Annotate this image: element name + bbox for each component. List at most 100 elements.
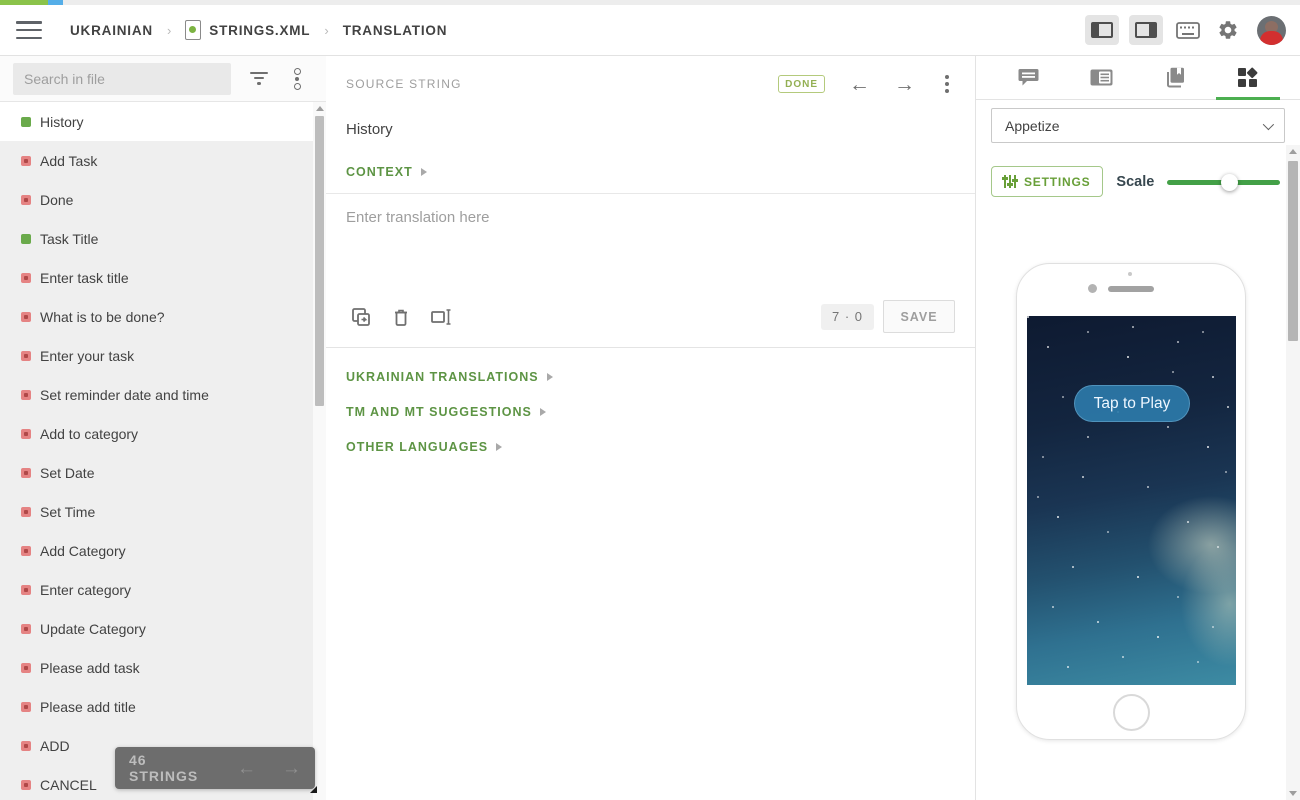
string-list-item[interactable]: Add Task [0, 141, 313, 180]
gear-icon [1217, 19, 1239, 41]
translation-status-icon [21, 195, 31, 205]
previous-string-button[interactable]: ← [849, 74, 870, 95]
translation-status-icon [21, 702, 31, 712]
breadcrumb-language[interactable]: UKRAINIAN [70, 23, 153, 38]
string-list-item[interactable]: Set reminder date and time [0, 375, 313, 414]
tab-dictionaries[interactable] [1138, 56, 1211, 99]
ukrainian-translations-expander[interactable]: UKRAINIAN TRANSLATIONS [346, 370, 955, 384]
string-list-item[interactable]: Set Date [0, 453, 313, 492]
string-list-item[interactable]: Enter your task [0, 336, 313, 375]
strings-count-label: 46 STRINGS [129, 752, 211, 784]
prev-page-arrow-icon[interactable]: ← [237, 759, 256, 778]
translation-status-icon [21, 390, 31, 400]
section-label: OTHER LANGUAGES [346, 440, 488, 454]
scrollbar-thumb[interactable] [1288, 161, 1298, 341]
string-list-item[interactable]: Please add title [0, 687, 313, 726]
chevron-down-icon [1263, 118, 1274, 129]
preview-service-select[interactable]: Appetize [991, 108, 1285, 143]
string-list-item[interactable]: Add to category [0, 414, 313, 453]
sidebar-options-button[interactable] [285, 64, 309, 94]
tab-glossary[interactable] [1065, 56, 1138, 99]
translation-status-icon [21, 507, 31, 517]
starfield-background [1027, 316, 1029, 318]
string-list-item[interactable]: Done [0, 180, 313, 219]
scroll-down-icon[interactable] [1289, 791, 1297, 796]
string-list-item[interactable]: Set Time [0, 492, 313, 531]
other-languages-expander[interactable]: OTHER LANGUAGES [346, 440, 955, 454]
comment-icon [1018, 68, 1039, 87]
status-badge: DONE [778, 75, 825, 93]
string-text: What is to be done? [40, 309, 165, 325]
editor-settings-button[interactable] [1213, 15, 1243, 45]
string-text: Update Category [40, 621, 146, 637]
string-text: Task Title [40, 231, 98, 247]
tm-mt-suggestions-expander[interactable]: TM AND MT SUGGESTIONS [346, 405, 955, 419]
string-list-item[interactable]: Update Category [0, 609, 313, 648]
panel-scrollbar[interactable] [1286, 145, 1300, 800]
translation-status-icon [21, 234, 31, 244]
scale-slider[interactable] [1167, 174, 1280, 190]
expand-triangle-icon [547, 373, 553, 381]
phone-speaker [1108, 286, 1154, 292]
toggle-left-panel-button[interactable] [1085, 15, 1119, 45]
expand-triangle-icon [540, 408, 546, 416]
scale-slider-thumb[interactable] [1221, 174, 1238, 191]
copy-icon [351, 307, 371, 327]
translation-status-icon [21, 351, 31, 361]
scale-label: Scale [1116, 174, 1154, 190]
string-text: Please add title [40, 699, 136, 715]
sidebar-scrollbar[interactable] [313, 102, 326, 800]
next-page-arrow-icon[interactable]: → [282, 759, 301, 778]
string-text: Set reminder date and time [40, 387, 209, 403]
main-menu-icon[interactable] [16, 21, 42, 39]
save-button[interactable]: SAVE [883, 300, 955, 333]
breadcrumb-file[interactable]: STRINGS.XML [185, 20, 310, 40]
string-menu-button[interactable] [941, 73, 953, 95]
string-text: History [40, 114, 84, 130]
clear-translation-button[interactable] [386, 303, 416, 331]
copy-source-button[interactable] [346, 303, 376, 331]
keyboard-shortcuts-button[interactable] [1173, 15, 1203, 45]
string-text: ADD [40, 738, 70, 754]
context-expander[interactable]: CONTEXT [326, 138, 975, 179]
string-list-item[interactable]: Please add task [0, 648, 313, 687]
right-panel-layout-icon [1135, 22, 1157, 38]
string-text: Enter task title [40, 270, 129, 286]
tab-comments[interactable] [992, 56, 1065, 99]
string-list-item[interactable]: Add Category [0, 531, 313, 570]
tap-to-play-button[interactable]: Tap to Play [1074, 385, 1190, 422]
tab-apps[interactable] [1211, 56, 1284, 99]
string-list-item[interactable]: History [0, 102, 313, 141]
user-avatar[interactable] [1257, 16, 1286, 45]
select-text-button[interactable] [426, 303, 456, 331]
string-text: Enter your task [40, 348, 134, 364]
progress-translated [0, 0, 48, 5]
string-text: Please add task [40, 660, 140, 676]
source-string-label: SOURCE STRING [346, 77, 462, 91]
preview-settings-button[interactable]: SETTINGS [991, 166, 1103, 197]
string-text: Add Task [40, 153, 97, 169]
string-list-item[interactable]: What is to be done? [0, 297, 313, 336]
translation-input[interactable] [346, 209, 955, 294]
translation-status-icon [21, 663, 31, 673]
search-input[interactable] [13, 63, 231, 95]
translation-status-icon [21, 780, 31, 790]
settings-button-label: SETTINGS [1024, 175, 1090, 189]
next-string-button[interactable]: → [894, 74, 915, 95]
scroll-up-icon[interactable] [1289, 149, 1297, 154]
string-list-item[interactable]: Enter category [0, 570, 313, 609]
filter-strings-button[interactable] [245, 65, 273, 93]
translation-status-icon [21, 468, 31, 478]
source-string-text: History [326, 95, 975, 138]
scroll-up-icon[interactable] [316, 106, 324, 111]
trash-icon [392, 307, 410, 327]
translation-status-icon [21, 117, 31, 127]
string-list-item[interactable]: Task Title [0, 219, 313, 258]
string-list-item[interactable]: Enter task title [0, 258, 313, 297]
search-row [0, 56, 326, 102]
android-xml-file-icon [185, 20, 201, 40]
resize-corner [310, 786, 317, 793]
scrollbar-thumb[interactable] [315, 116, 324, 406]
toggle-right-panel-button[interactable] [1129, 15, 1163, 45]
phone-home-button[interactable] [1113, 694, 1150, 731]
